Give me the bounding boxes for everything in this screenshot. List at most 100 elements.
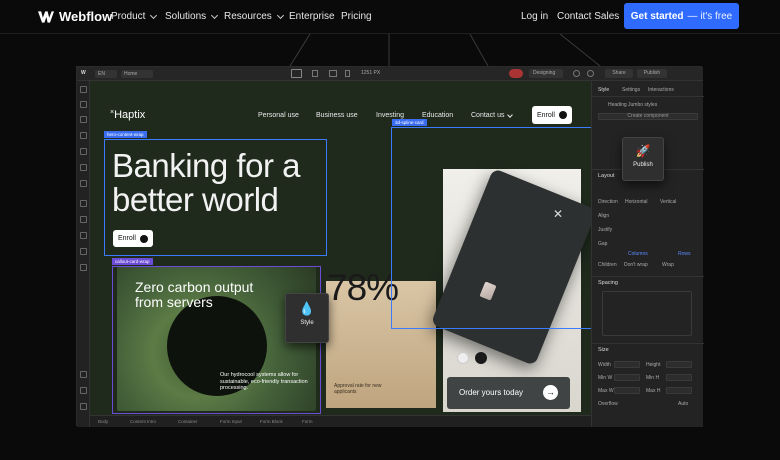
site-header: Webflow Product Solutions Resources Ente…	[0, 0, 780, 34]
spline-card-tag[interactable]: 3d-spline-card	[392, 119, 427, 126]
contact-sales-link[interactable]: Contact Sales	[557, 11, 619, 22]
help-icon[interactable]	[80, 387, 87, 394]
desktop-breakpoint-icon[interactable]	[291, 69, 302, 78]
navigator-icon[interactable]	[80, 116, 87, 123]
canvas-nav-contact[interactable]: Contact us	[471, 112, 514, 119]
haptix-brand: Haptix	[114, 109, 146, 121]
spacing-section-title[interactable]: Spacing	[598, 280, 618, 286]
nav-solutions[interactable]: Solutions	[165, 11, 219, 22]
components-icon[interactable]	[80, 132, 87, 139]
order-button[interactable]: Order yours today →	[447, 377, 570, 409]
tab-style[interactable]: Style	[598, 87, 609, 93]
min-width-input[interactable]	[614, 374, 640, 381]
size-section-title[interactable]: Size	[598, 347, 609, 353]
tab-settings[interactable]: Settings	[622, 87, 640, 93]
divider	[592, 276, 704, 277]
max-width-input[interactable]	[614, 387, 640, 394]
width-input[interactable]	[614, 361, 640, 368]
video-icon[interactable]	[80, 403, 87, 410]
crumb-body[interactable]: Body	[98, 419, 108, 424]
hero-content-wrap-tag[interactable]: hero-content-wrap	[104, 131, 147, 138]
style-selectors-icon[interactable]	[80, 164, 87, 171]
direction-horizontal[interactable]: Horizontal	[625, 199, 648, 205]
nav-product[interactable]: Product	[111, 11, 158, 22]
canvas-nav-investing[interactable]: Investing	[376, 112, 404, 119]
children-label: Children	[598, 262, 617, 268]
canvas-enroll-button[interactable]: Enroll	[532, 106, 572, 124]
nav-pricing[interactable]: Pricing	[341, 11, 372, 22]
tablet-breakpoint-icon[interactable]	[312, 70, 318, 77]
canvas-nav-business[interactable]: Business use	[316, 112, 358, 119]
settings-icon[interactable]	[80, 371, 87, 378]
comments-icon[interactable]	[587, 70, 594, 77]
canvas-width-readout: 1251 PX	[361, 70, 381, 76]
haptix-logo[interactable]: ×Haptix	[110, 109, 145, 121]
gap-columns[interactable]: Columns	[628, 251, 648, 257]
canvas-nav-contact-label: Contact us	[471, 112, 505, 119]
height-input[interactable]	[666, 361, 692, 368]
children-nowrap[interactable]: Don't wrap	[624, 262, 648, 268]
webflow-logo[interactable]: Webflow	[38, 9, 112, 24]
designer-w-icon[interactable]: W	[81, 70, 86, 76]
brand-name: Webflow	[59, 9, 113, 24]
style-tooltip[interactable]: 💧 Style	[285, 293, 329, 343]
children-wrap[interactable]: Wrap	[662, 262, 674, 268]
min-width-label: Min W	[598, 375, 613, 381]
users-icon[interactable]	[80, 232, 87, 239]
max-height-input[interactable]	[666, 387, 692, 394]
overflow-auto[interactable]: Auto	[678, 401, 688, 407]
canvas-nav-education[interactable]: Education	[422, 112, 453, 119]
min-height-input[interactable]	[666, 374, 692, 381]
crumb-container[interactable]: Container	[178, 419, 198, 424]
cms-icon[interactable]	[80, 200, 87, 207]
tab-interactions[interactable]: Interactions	[648, 87, 674, 93]
min-height-label: Min H	[646, 375, 660, 381]
publish-tooltip[interactable]: 🚀 Publish	[622, 137, 664, 181]
preview-icon[interactable]	[573, 70, 580, 77]
page-selector[interactable]: Home	[121, 70, 153, 78]
divider	[592, 343, 704, 344]
pages-icon[interactable]	[80, 101, 87, 108]
color-swatch-light[interactable]	[457, 352, 469, 364]
get-started-button[interactable]: Get started — it's free	[624, 3, 739, 29]
spline-tag-label: 3d-spline-card	[395, 120, 424, 125]
direction-vertical[interactable]: Vertical	[660, 199, 676, 205]
crumb-form-input[interactable]: Form Input	[220, 419, 242, 424]
assets-icon[interactable]	[80, 180, 87, 187]
ecommerce-icon[interactable]	[80, 216, 87, 223]
contact-sales-label: Contact Sales	[557, 11, 620, 22]
canvas-nav-personal[interactable]: Personal use	[258, 112, 299, 119]
create-component-button[interactable]: Create component	[598, 113, 698, 120]
crumb-form[interactable]: Form	[302, 419, 313, 424]
crumb-form-block[interactable]: Form Block	[260, 419, 283, 424]
selector-label[interactable]: Heading Jumbo styles	[608, 102, 657, 108]
nav-enterprise[interactable]: Enterprise	[289, 11, 335, 22]
spacing-box-model[interactable]	[602, 291, 692, 336]
height-label: Height	[646, 362, 661, 368]
landscape-breakpoint-icon[interactable]	[329, 70, 337, 77]
callout-card-wrap-tag[interactable]: callout-card-wrap	[112, 258, 153, 265]
gap-rows[interactable]: Rows	[678, 251, 691, 257]
logic-icon[interactable]	[80, 248, 87, 255]
variables-icon[interactable]	[80, 148, 87, 155]
design-canvas[interactable]: ×Haptix Personal use Business use Invest…	[90, 81, 591, 415]
chevron-down-icon	[150, 11, 158, 19]
login-label: Log in	[521, 11, 549, 22]
left-toolbar	[77, 81, 90, 427]
canvas-enroll-label: Enroll	[537, 111, 555, 119]
publish-button[interactable]: Publish	[637, 69, 667, 78]
mode-selector[interactable]: Designing	[529, 69, 563, 78]
collaborators-badge[interactable]	[509, 69, 523, 78]
login-link[interactable]: Log in	[521, 11, 548, 22]
mobile-breakpoint-icon[interactable]	[345, 70, 350, 77]
share-button[interactable]: Share	[605, 69, 633, 78]
locale-selector[interactable]: EN	[95, 70, 117, 78]
justify-label: Justify	[598, 227, 613, 233]
apps-icon[interactable]	[80, 264, 87, 271]
crumb-content-intro[interactable]: Content Intro	[130, 419, 156, 424]
add-icon[interactable]	[80, 86, 87, 93]
color-swatch-dark[interactable]	[475, 352, 487, 364]
nav-resources[interactable]: Resources	[224, 11, 284, 22]
layout-section-title[interactable]: Layout	[598, 173, 615, 179]
get-started-sub: — it's free	[687, 10, 733, 22]
